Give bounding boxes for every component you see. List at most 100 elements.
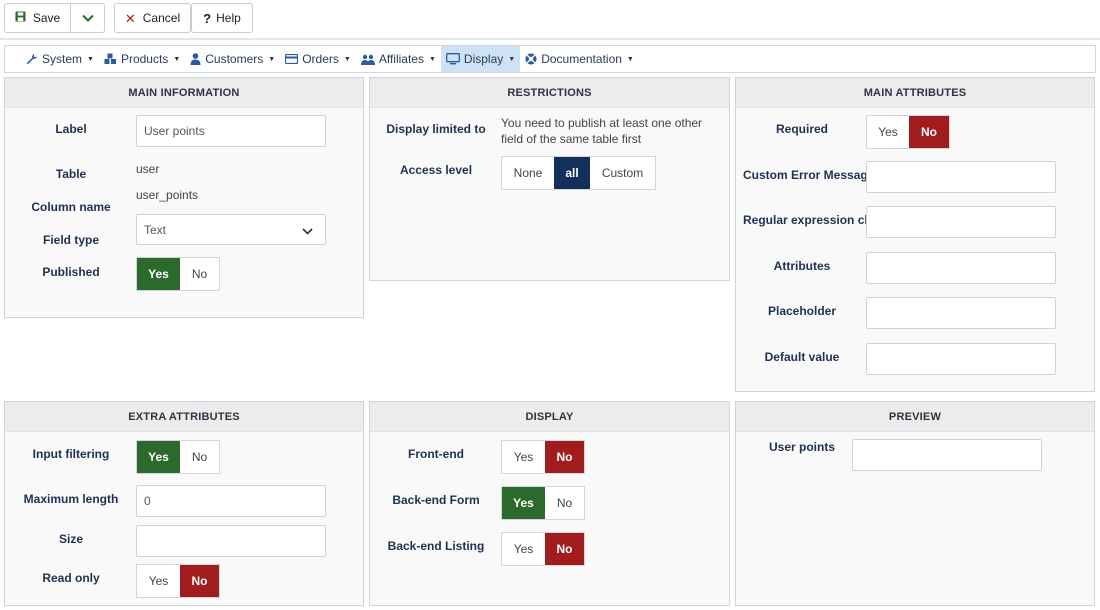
panel-title: PREVIEW <box>736 402 1094 432</box>
input-filtering-no[interactable]: No <box>180 441 219 473</box>
extra-attributes-panel: EXTRA ATTRIBUTES Input filtering Yes No … <box>4 401 364 606</box>
backend-form-no[interactable]: No <box>545 487 584 519</box>
restrictions-panel: RESTRICTIONS Display limited to You need… <box>369 77 730 281</box>
display-limited-note: You need to publish at least one other f… <box>501 116 703 146</box>
read-only-yes[interactable]: Yes <box>137 565 180 597</box>
published-yes[interactable]: Yes <box>137 258 180 290</box>
help-button-label: Help <box>216 11 241 25</box>
backend-listing-label: Back-end Listing <box>387 539 485 553</box>
menu-customers-label: Customers <box>205 52 264 66</box>
save-button-label: Save <box>32 11 61 25</box>
panel-title: DISPLAY <box>370 402 729 432</box>
preview-field-label: User points <box>768 440 835 454</box>
main-information-panel: MAIN INFORMATION Label User points Table… <box>4 77 364 318</box>
table-field-label: Table <box>55 167 87 181</box>
panel-title: MAIN INFORMATION <box>5 78 363 108</box>
menu-products-label: Products <box>120 52 169 66</box>
menu-display-label: Display <box>463 52 504 66</box>
backend-form-label: Back-end Form <box>392 493 480 507</box>
regex-input[interactable] <box>866 206 1056 238</box>
wrench-icon <box>26 53 38 65</box>
field-type-select[interactable]: Text <box>136 214 326 245</box>
custom-error-input[interactable] <box>866 161 1056 193</box>
label-input[interactable]: User points <box>136 115 326 147</box>
cancel-button[interactable]: ✕ Cancel <box>114 3 191 33</box>
question-icon: ? <box>203 10 212 26</box>
backend-listing-yes[interactable]: Yes <box>502 533 545 565</box>
required-toggle: Yes No <box>866 115 950 149</box>
input-filtering-toggle: Yes No <box>136 440 220 474</box>
access-level-toggle: None all Custom <box>501 156 656 190</box>
label-field-label: Label <box>55 122 87 136</box>
default-value-input[interactable] <box>866 343 1056 375</box>
frontend-label: Front-end <box>408 447 464 461</box>
panel-title: EXTRA ATTRIBUTES <box>5 402 363 432</box>
save-icon <box>15 11 26 25</box>
maximum-length-input[interactable]: 0 <box>136 485 326 517</box>
menu-orders-label: Orders <box>302 52 339 66</box>
backend-listing-toggle: Yes No <box>501 532 585 566</box>
chevron-down-icon <box>302 224 313 238</box>
menu-affiliates[interactable]: Affiliates ▼ <box>356 46 441 72</box>
backend-listing-no[interactable]: No <box>545 533 584 565</box>
save-button[interactable]: Save <box>4 3 71 33</box>
menu-affiliates-label: Affiliates <box>378 52 424 66</box>
column-name-label: Column name <box>31 200 111 214</box>
menu-customers[interactable]: Customers ▼ <box>185 46 280 72</box>
column-name-value: user_points <box>136 188 199 202</box>
display-panel: DISPLAY Front-end Yes No Back-end Form Y… <box>369 401 730 606</box>
credit-card-icon <box>285 54 299 64</box>
input-filtering-yes[interactable]: Yes <box>137 441 180 473</box>
custom-error-label: Custom Error Message <box>743 168 867 182</box>
save-options-dropdown[interactable] <box>70 3 105 33</box>
read-only-no[interactable]: No <box>180 565 219 597</box>
users-icon <box>360 54 375 65</box>
maximum-length-label: Maximum length <box>23 492 119 506</box>
required-label: Required <box>775 122 828 136</box>
input-filtering-label: Input filtering <box>32 447 110 461</box>
menu-display[interactable]: Display ▼ <box>440 46 521 72</box>
caret-down-icon: ▼ <box>626 55 634 63</box>
close-icon: ✕ <box>124 10 136 26</box>
user-icon <box>190 53 201 65</box>
panel-title: RESTRICTIONS <box>370 78 729 108</box>
attributes-input[interactable] <box>866 252 1056 284</box>
size-input[interactable] <box>136 525 326 557</box>
read-only-toggle: Yes No <box>136 564 220 598</box>
display-limited-label: Display limited to <box>386 122 486 136</box>
menu-products[interactable]: Products ▼ <box>99 46 185 72</box>
read-only-label: Read only <box>42 571 100 585</box>
cubes-icon <box>104 53 117 65</box>
required-no[interactable]: No <box>909 116 949 148</box>
help-button[interactable]: ? Help <box>191 3 253 33</box>
main-menu-bar: System ▼ Products ▼ Customers ▼ Orders ▼… <box>4 45 1096 73</box>
monitor-icon <box>445 53 460 65</box>
caret-down-icon: ▼ <box>508 55 516 63</box>
menu-system[interactable]: System ▼ <box>21 46 99 72</box>
menu-documentation[interactable]: Documentation ▼ <box>520 46 639 72</box>
caret-down-icon: ▼ <box>87 55 94 63</box>
lifebuoy-icon <box>525 53 537 65</box>
preview-user-points-input[interactable] <box>852 439 1042 471</box>
frontend-yes[interactable]: Yes <box>502 441 545 473</box>
field-type-label: Field type <box>42 233 99 247</box>
caret-down-icon: ▼ <box>428 55 436 63</box>
frontend-no[interactable]: No <box>545 441 584 473</box>
preview-panel: PREVIEW User points <box>735 401 1095 606</box>
menu-documentation-label: Documentation <box>541 52 622 66</box>
access-all[interactable]: all <box>554 157 590 189</box>
access-custom[interactable]: Custom <box>590 157 655 189</box>
menu-orders[interactable]: Orders ▼ <box>280 46 356 72</box>
caret-down-icon: ▼ <box>268 55 276 63</box>
backend-form-yes[interactable]: Yes <box>502 487 545 519</box>
panel-title: MAIN ATTRIBUTES <box>736 78 1094 108</box>
published-toggle: Yes No <box>136 257 220 291</box>
published-label: Published <box>42 265 100 279</box>
placeholder-input[interactable] <box>866 297 1056 329</box>
access-none[interactable]: None <box>502 157 554 189</box>
field-type-selected: Text <box>144 222 167 237</box>
size-label: Size <box>58 532 83 546</box>
published-no[interactable]: No <box>180 258 219 290</box>
cancel-button-label: Cancel <box>142 11 181 25</box>
required-yes[interactable]: Yes <box>867 116 909 148</box>
